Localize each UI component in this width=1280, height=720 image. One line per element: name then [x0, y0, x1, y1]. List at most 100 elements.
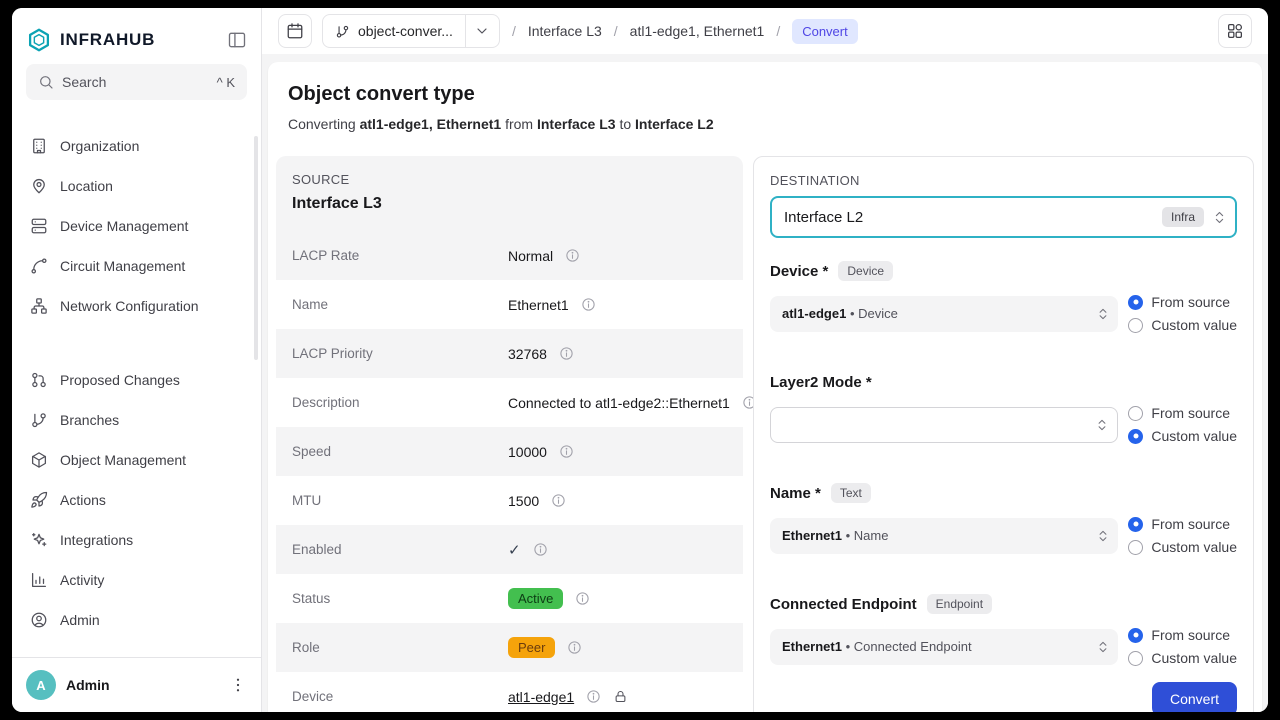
info-icon[interactable]: [559, 444, 574, 459]
user-circle-icon: [30, 611, 48, 629]
radio-from-source[interactable]: From source: [1128, 294, 1237, 310]
breadcrumb-interface-l3[interactable]: Interface L3: [528, 23, 602, 39]
chevrons-up-down-icon: [1096, 307, 1110, 321]
attribute-value: 1500: [508, 493, 539, 509]
attribute-label: LACP Rate: [292, 248, 508, 263]
chevrons-up-down-icon: [1095, 418, 1109, 432]
branch-selector-caret[interactable]: [465, 15, 499, 47]
device-link[interactable]: atl1-edge1: [508, 689, 574, 705]
attribute-label: Enabled: [292, 542, 508, 557]
breadcrumb-object[interactable]: atl1-edge1, Ethernet1: [630, 23, 765, 39]
sidebar-item-actions[interactable]: Actions: [12, 480, 261, 520]
radio-label: Custom value: [1151, 539, 1237, 555]
sidebar-item-device-management[interactable]: Device Management: [12, 206, 261, 246]
apps-grid-icon: [1226, 22, 1244, 40]
field-name: Name * Text Ethernet1 • Name: [770, 482, 1237, 555]
sidebar-item-integrations[interactable]: Integrations: [12, 520, 261, 560]
sidebar-item-admin[interactable]: Admin: [12, 600, 261, 640]
search-icon: [38, 74, 54, 90]
source-panel: SOURCE Interface L3 LACP Rate Normal: [276, 156, 743, 712]
connected-endpoint-select[interactable]: Ethernet1 • Connected Endpoint: [770, 629, 1118, 665]
sidebar-item-object-management[interactable]: Object Management: [12, 440, 261, 480]
radio-button-icon: [1128, 429, 1143, 444]
sidebar-item-label: Integrations: [60, 532, 133, 548]
sidebar-item-circuit-management[interactable]: Circuit Management: [12, 246, 261, 286]
branch-selector[interactable]: object-conver...: [322, 14, 500, 48]
server-icon: [30, 217, 48, 235]
building-icon: [30, 137, 48, 155]
source-heading: SOURCE: [292, 172, 727, 187]
layer2-mode-source-radios: From source Custom value: [1128, 405, 1237, 444]
radio-from-source[interactable]: From source: [1128, 405, 1237, 421]
sidebar-collapse-button[interactable]: [227, 30, 247, 50]
kebab-icon: [229, 676, 247, 694]
convert-button[interactable]: Convert: [1152, 682, 1237, 712]
network-icon: [30, 297, 48, 315]
git-branch-icon: [30, 411, 48, 429]
radio-custom-value[interactable]: Custom value: [1128, 650, 1237, 666]
radio-button-icon: [1128, 318, 1143, 333]
layer2-mode-select[interactable]: [770, 407, 1118, 443]
info-icon[interactable]: [581, 297, 596, 312]
info-icon[interactable]: [533, 542, 548, 557]
subtitle-object: atl1-edge1, Ethernet1: [360, 116, 502, 132]
sidebar-item-label: Organization: [60, 138, 139, 154]
radio-custom-value[interactable]: Custom value: [1128, 428, 1237, 444]
search-input[interactable]: [62, 74, 209, 90]
search-box[interactable]: ^ K: [26, 64, 247, 100]
info-icon[interactable]: [586, 689, 601, 704]
page-title: Object convert type: [288, 80, 1242, 108]
sidebar-nav-secondary: Proposed Changes Branches Object Mana: [12, 360, 261, 640]
radio-button-icon: [1128, 406, 1143, 421]
info-icon[interactable]: [575, 591, 590, 606]
panel-collapse-icon: [227, 30, 247, 50]
radio-custom-value[interactable]: Custom value: [1128, 317, 1237, 333]
map-pin-icon: [30, 177, 48, 195]
subtitle-text: Converting: [288, 116, 356, 132]
apps-button[interactable]: [1218, 14, 1252, 48]
user-menu-button[interactable]: [229, 676, 247, 694]
chevrons-up-down-icon: [1096, 640, 1110, 654]
info-icon[interactable]: [559, 346, 574, 361]
subtitle-text: to: [619, 116, 631, 132]
git-pull-request-icon: [30, 371, 48, 389]
topbar: object-conver... / Interface L3 / atl1-e…: [262, 8, 1268, 54]
sidebar-item-branches[interactable]: Branches: [12, 400, 261, 440]
field-layer2-mode: Layer2 Mode *: [770, 371, 1237, 444]
name-select[interactable]: Ethernet1 • Name: [770, 518, 1118, 554]
attribute-label: MTU: [292, 493, 508, 508]
field-connected-endpoint: Connected Endpoint Endpoint Ethernet1 • …: [770, 593, 1237, 666]
calendar-button[interactable]: [278, 14, 312, 48]
radio-label: From source: [1151, 627, 1230, 643]
attribute-label: Description: [292, 395, 508, 410]
device-select[interactable]: atl1-edge1 • Device: [770, 296, 1118, 332]
cube-icon: [30, 451, 48, 469]
sidebar-item-proposed-changes[interactable]: Proposed Changes: [12, 360, 261, 400]
sidebar-item-network-configuration[interactable]: Network Configuration: [12, 286, 261, 326]
field-kind-badge: Endpoint: [927, 594, 992, 614]
sidebar-item-activity[interactable]: Activity: [12, 560, 261, 600]
select-suffix: Connected Endpoint: [854, 639, 972, 654]
radio-custom-value[interactable]: Custom value: [1128, 539, 1237, 555]
field-kind-badge: Text: [831, 483, 871, 503]
sidebar-item-location[interactable]: Location: [12, 166, 261, 206]
table-row: Speed 10000: [276, 427, 743, 476]
sidebar-scrollbar[interactable]: [254, 136, 258, 360]
select-suffix: Device: [858, 306, 898, 321]
status-badge: Active: [508, 588, 563, 609]
radio-from-source[interactable]: From source: [1128, 627, 1237, 643]
sidebar: INFRAHUB ^ K: [12, 8, 262, 712]
info-icon[interactable]: [551, 493, 566, 508]
branch-name: object-conver...: [358, 23, 453, 39]
connected-endpoint-source-radios: From source Custom value: [1128, 627, 1237, 666]
info-icon[interactable]: [565, 248, 580, 263]
destination-kind-select[interactable]: Interface L2 Infra: [770, 196, 1237, 238]
select-suffix: Name: [854, 528, 889, 543]
user-name: Admin: [66, 677, 110, 693]
sidebar-item-organization[interactable]: Organization: [12, 126, 261, 166]
info-icon[interactable]: [567, 640, 582, 655]
source-kind-title: Interface L3: [292, 195, 727, 213]
radio-from-source[interactable]: From source: [1128, 516, 1237, 532]
table-row: Description Connected to atl1-edge2::Eth…: [276, 378, 743, 427]
convert-card: Object convert type Converting atl1-edge…: [268, 62, 1262, 712]
